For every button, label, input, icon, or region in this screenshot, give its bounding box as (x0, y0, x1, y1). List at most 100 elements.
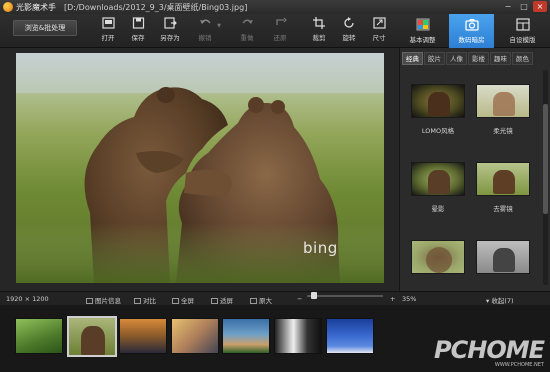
effect-vignette-thumbnail (411, 162, 465, 196)
collapse-filmstrip-button[interactable]: ▾ 收起(7) (486, 295, 514, 305)
info-icon (86, 298, 93, 304)
save-label: 保存 (131, 34, 145, 42)
resize-label: 尺寸 (372, 34, 386, 42)
fullscreen-button[interactable]: 全屏 (172, 295, 194, 305)
effect-lomo[interactable]: LOMO风格 (411, 84, 465, 135)
main-toolbar: 浏览&批处理 打开 保存 另存为 撤销 ▼ 重做 还原 裁剪 旋转 尺寸 基本调… (0, 14, 550, 48)
pchome-watermark-logo: PCHOME (434, 336, 545, 364)
zoom-slider[interactable] (307, 292, 383, 299)
undo-dropdown-icon[interactable]: ▼ (217, 23, 221, 29)
effect-black-white[interactable] (476, 240, 530, 281)
save-as-label: 另存为 (160, 34, 180, 42)
compare-label: 对比 (143, 297, 156, 305)
filmstrip-thumbnail[interactable] (274, 318, 322, 354)
resize-icon (372, 17, 386, 29)
fit-screen-button[interactable]: 适屏 (211, 295, 233, 305)
template-icon (515, 18, 530, 31)
redo-button[interactable]: 重做 (232, 17, 262, 45)
effects-scrollbar-thumb[interactable] (543, 104, 548, 214)
filmstrip-thumbnail[interactable] (119, 318, 167, 354)
image-info-button[interactable]: 图片信息 (86, 295, 121, 305)
window-controls: − □ × (501, 1, 547, 12)
restore-button[interactable]: 还原 (265, 17, 295, 45)
tab-basic-adjust[interactable]: 基本调整 (400, 14, 445, 48)
app-name: 光影魔术手 (16, 2, 56, 12)
effect-dehaze[interactable]: 去雾镜 (476, 162, 530, 213)
original-size-button[interactable]: 原大 (250, 295, 272, 305)
effects-scrollbar[interactable] (543, 70, 548, 285)
open-icon (101, 17, 115, 29)
tab-digital-darkroom-label: 数码暗房 (458, 36, 485, 44)
close-button[interactable]: × (533, 1, 547, 12)
collapse-label: 收起(7) (491, 297, 514, 305)
filmstrip-thumbnail[interactable] (222, 318, 270, 354)
tab-color[interactable]: 颜色 (512, 52, 533, 65)
zoom-in-button[interactable]: + (390, 295, 395, 303)
app-logo-icon (3, 2, 13, 12)
zoom-out-button[interactable]: − (297, 295, 302, 303)
tab-basic-adjust-label: 基本调整 (409, 36, 436, 44)
undo-label: 撤销 (198, 34, 212, 42)
zoom-slider-handle[interactable] (311, 292, 317, 299)
title-bar: 光影魔术手 [D:/Downloads/2012_9_3/桌面壁纸/Bing03… (0, 0, 550, 14)
save-as-button[interactable]: 另存为 (155, 17, 185, 45)
effects-panel: 经典 胶片 人像 影楼 趣味 颜色 LOMO风格 柔光镜 晕影 去雾镜 (399, 48, 550, 291)
filmstrip-thumbnail[interactable] (171, 318, 219, 354)
effect-blur[interactable] (411, 240, 465, 281)
effect-soft-focus-label: 柔光镜 (493, 127, 513, 135)
maximize-button[interactable]: □ (517, 1, 531, 12)
open-button[interactable]: 打开 (93, 17, 123, 45)
compare-icon (134, 298, 141, 304)
save-as-icon (163, 17, 177, 29)
resize-button[interactable]: 尺寸 (364, 17, 394, 45)
filmstrip-thumbnail[interactable] (15, 318, 63, 354)
original-size-label: 原大 (259, 297, 272, 305)
crop-label: 裁剪 (312, 34, 326, 42)
undo-button[interactable]: 撤销 ▼ (190, 17, 221, 45)
effect-lomo-label: LOMO风格 (421, 127, 455, 135)
tab-film[interactable]: 胶片 (424, 52, 445, 65)
fullscreen-icon (172, 298, 179, 304)
crop-icon (312, 17, 325, 29)
rotate-button[interactable]: 旋转 (334, 17, 364, 45)
effects-tabs: 经典 胶片 人像 影楼 趣味 颜色 (402, 52, 533, 65)
tab-classic[interactable]: 经典 (402, 52, 423, 65)
undo-icon (199, 19, 211, 24)
tab-studio[interactable]: 影楼 (468, 52, 489, 65)
effect-vignette-label: 晕影 (431, 205, 445, 213)
zoom-percentage: 35% (402, 295, 417, 303)
restore-label: 还原 (273, 34, 287, 42)
image-info-label: 图片信息 (95, 297, 121, 305)
crop-button[interactable]: 裁剪 (304, 17, 334, 45)
filmstrip-thumbnail[interactable] (326, 318, 374, 354)
filmstrip-thumbnail-selected[interactable] (67, 316, 117, 357)
main-photo[interactable]: bing (16, 53, 384, 283)
tab-custom-template-label: 自设模版 (509, 36, 536, 44)
rotate-label: 旋转 (342, 34, 356, 42)
tab-portrait[interactable]: 人像 (446, 52, 467, 65)
tab-digital-darkroom[interactable]: 数码暗房 (449, 14, 494, 48)
camera-icon (464, 19, 479, 31)
effect-dehaze-label: 去雾镜 (493, 205, 513, 213)
fit-screen-icon (211, 298, 218, 304)
effect-lomo-thumbnail (411, 84, 465, 118)
browse-batch-button[interactable]: 浏览&批处理 (13, 20, 77, 36)
original-size-icon (250, 298, 257, 304)
effect-soft-focus[interactable]: 柔光镜 (476, 84, 530, 135)
effect-dehaze-thumbnail (476, 162, 530, 196)
image-canvas[interactable]: bing (0, 48, 399, 291)
effect-black-white-thumbnail (476, 240, 530, 274)
bing-watermark: bing (303, 239, 338, 257)
fullscreen-label: 全屏 (181, 297, 194, 305)
effect-vignette[interactable]: 晕影 (411, 162, 465, 213)
tab-fun[interactable]: 趣味 (490, 52, 511, 65)
tab-custom-template[interactable]: 自设模版 (500, 14, 545, 48)
save-icon (132, 17, 144, 29)
redo-label: 重做 (240, 34, 254, 42)
fit-screen-label: 适屏 (220, 297, 233, 305)
save-button[interactable]: 保存 (123, 17, 153, 45)
minimize-button[interactable]: − (501, 1, 515, 12)
effect-soft-focus-thumbnail (476, 84, 530, 118)
restore-icon (275, 17, 287, 25)
compare-button[interactable]: 对比 (134, 295, 156, 305)
